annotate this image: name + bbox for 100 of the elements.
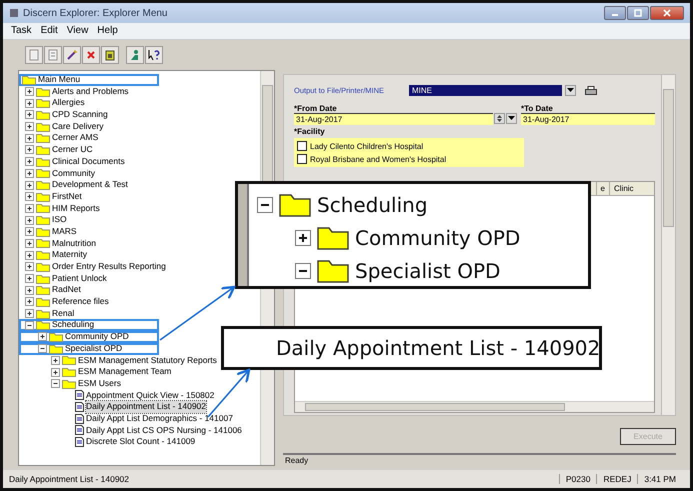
- folder-icon: [317, 226, 349, 250]
- expander[interactable]: [25, 238, 34, 248]
- field-label: *From Date: [294, 104, 338, 113]
- tree-item[interactable]: ISO: [19, 214, 71, 226]
- tree-item[interactable]: Cerner AMS: [19, 132, 102, 144]
- expander[interactable]: [25, 87, 34, 96]
- toolbar-button[interactable]: [101, 46, 119, 64]
- status-panel: REDEJ: [596, 474, 632, 484]
- menu-item[interactable]: View: [66, 25, 88, 36]
- toolbar-button[interactable]: [63, 46, 81, 64]
- printer-icon[interactable]: [585, 86, 597, 96]
- tree-item[interactable]: HIM Reports: [19, 202, 104, 214]
- tree-item[interactable]: Daily Appt List Demographics - 141007: [19, 412, 237, 425]
- tree-item[interactable]: MARS: [19, 226, 81, 238]
- delete-button[interactable]: [82, 46, 100, 64]
- minimize-button[interactable]: [604, 6, 626, 20]
- close-button[interactable]: [650, 6, 684, 20]
- tree-item[interactable]: Malnutrition: [19, 238, 100, 250]
- maximize-button[interactable]: [627, 6, 649, 20]
- app-icon: [9, 8, 19, 18]
- expander[interactable]: [25, 145, 34, 154]
- menu-item[interactable]: Edit: [40, 25, 58, 36]
- folder-icon: [279, 192, 311, 216]
- plus-icon: [52, 356, 59, 364]
- plus-icon: [26, 158, 33, 166]
- expander[interactable]: [25, 227, 34, 236]
- spin-button[interactable]: [494, 113, 505, 124]
- checkbox[interactable]: [297, 154, 307, 164]
- help-icon: [148, 49, 160, 61]
- expander[interactable]: [25, 134, 34, 143]
- plus-icon: [26, 111, 33, 118]
- expander[interactable]: [25, 297, 34, 306]
- folder-icon: [36, 110, 50, 120]
- expander[interactable]: [25, 216, 34, 225]
- tree-item[interactable]: Maternity: [19, 249, 91, 261]
- expander[interactable]: [25, 192, 34, 202]
- plus-icon: [299, 234, 307, 242]
- tree-item[interactable]: Scheduling: [19, 319, 159, 332]
- folder-icon: [36, 203, 50, 214]
- checkbox[interactable]: [297, 141, 307, 151]
- expander[interactable]: [51, 368, 60, 377]
- menu-item[interactable]: Help: [97, 25, 118, 36]
- folder-icon: [36, 262, 50, 272]
- toolbar-button[interactable]: [126, 46, 144, 64]
- help-button[interactable]: [145, 46, 163, 64]
- output-dropdown[interactable]: MINE: [409, 85, 562, 96]
- tree-item[interactable]: Cerner UC: [19, 144, 97, 156]
- dropdown-button[interactable]: [506, 113, 517, 124]
- tree-item[interactable]: Renal: [19, 308, 78, 320]
- expander[interactable]: [25, 309, 34, 318]
- expander[interactable]: [25, 320, 34, 330]
- status-text: Daily Appointment List - 140902: [9, 474, 130, 484]
- close-icon: [663, 9, 671, 17]
- tree-item[interactable]: ESM Management Team: [19, 366, 176, 378]
- plus-icon: [26, 263, 33, 270]
- expander[interactable]: [38, 344, 47, 354]
- tree-item[interactable]: Alerts and Problems: [19, 86, 133, 98]
- expander[interactable]: [25, 168, 34, 178]
- dropdown-button[interactable]: [565, 85, 576, 96]
- tree-item[interactable]: Discrete Slot Count - 141009: [19, 436, 200, 448]
- tree-item[interactable]: Daily Appt List CS OPS Nursing - 141006: [19, 424, 246, 436]
- maximize-icon: [634, 9, 642, 17]
- expander[interactable]: [25, 286, 34, 295]
- tree-item[interactable]: Community: [19, 168, 99, 180]
- folder-icon: [36, 238, 50, 248]
- expander[interactable]: [25, 122, 34, 132]
- tree-item[interactable]: Order Entry Results Reporting: [19, 261, 170, 273]
- tree-item[interactable]: Community OPD: [19, 331, 159, 343]
- expander[interactable]: [25, 262, 34, 272]
- tree-item[interactable]: Care Delivery: [19, 120, 108, 132]
- tree-item[interactable]: Main Menu: [19, 74, 159, 86]
- tree-item[interactable]: Development & Test: [19, 179, 132, 191]
- tree-item[interactable]: CPD Scanning: [19, 109, 112, 121]
- tree-item[interactable]: Appointment Quick View - 150802: [19, 390, 218, 402]
- tree-item[interactable]: Clinical Documents: [19, 156, 129, 168]
- tree-item[interactable]: Specialist OPD: [19, 342, 159, 354]
- expander[interactable]: [25, 204, 34, 213]
- expander[interactable]: [25, 98, 34, 108]
- expander[interactable]: [25, 157, 34, 166]
- expander[interactable]: [51, 379, 60, 388]
- expander[interactable]: [25, 274, 34, 284]
- tree-item[interactable]: Reference files: [19, 296, 113, 308]
- spin-arrows-icon: [496, 114, 503, 123]
- expander[interactable]: [25, 110, 34, 120]
- plus-icon: [52, 368, 59, 376]
- folder-icon: [62, 367, 76, 378]
- menu-item[interactable]: Task: [11, 25, 32, 36]
- tree-item[interactable]: FirstNet: [19, 190, 86, 203]
- tree-item[interactable]: RadNet: [19, 284, 85, 296]
- plus-icon: [26, 286, 33, 294]
- tree-item[interactable]: ESM Management Statutory Reports: [19, 354, 221, 366]
- date-field[interactable]: 31-Aug-2017: [294, 113, 493, 125]
- date-field[interactable]: 31-Aug-2017: [521, 113, 655, 125]
- expander[interactable]: [25, 250, 34, 260]
- tree-item[interactable]: ESM Users: [19, 378, 125, 390]
- tree-item[interactable]: Patient Unlock: [19, 272, 111, 284]
- expander[interactable]: [25, 180, 34, 190]
- tree-item[interactable]: Allergies: [19, 97, 89, 110]
- expander[interactable]: [38, 332, 47, 342]
- expander[interactable]: [51, 356, 60, 365]
